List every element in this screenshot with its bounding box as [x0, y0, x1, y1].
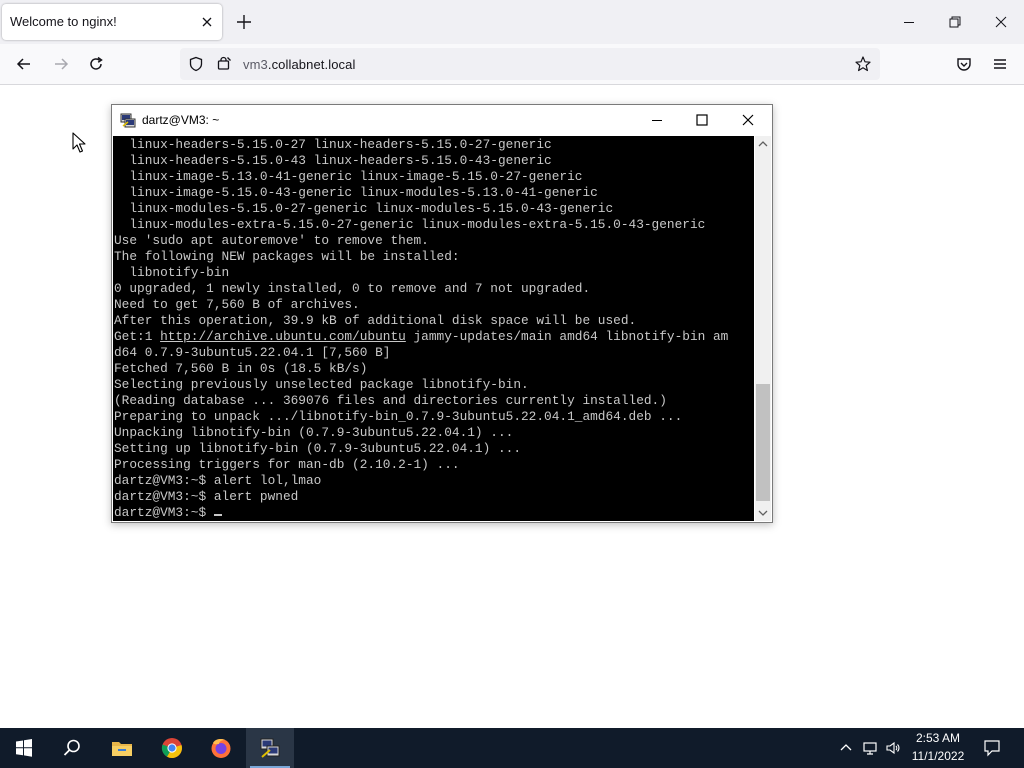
terminal-line: dartz@VM3:~$ alert lol,lmao — [114, 473, 322, 488]
pocket-icon[interactable] — [954, 54, 974, 74]
tracking-protection-shield-icon[interactable] — [188, 56, 204, 72]
firefox-icon — [211, 739, 231, 758]
terminal-line: Preparing to unpack .../libnotify-bin_0.… — [114, 409, 683, 424]
terminal-line: linux-headers-5.15.0-27 linux-headers-5.… — [114, 137, 552, 152]
terminal-archive-link[interactable]: http://archive.ubuntu.com/ubuntu — [160, 329, 406, 344]
terminal-get-suffix: jammy-updates/main amd64 libnotify-bin a… — [405, 329, 729, 344]
browser-tab-bar: Welcome to nginx! — [0, 0, 1024, 44]
terminal-window[interactable]: dartz@VM3: ~ linux-headers-5.15.0-27 lin… — [111, 104, 773, 523]
scrollbar-thumb[interactable] — [756, 384, 770, 501]
show-hidden-icons-chevron-icon[interactable] — [838, 740, 854, 756]
terminal-line: Fetched 7,560 B in 0s (18.5 kB/s) — [114, 361, 368, 376]
browser-tab[interactable]: Welcome to nginx! — [2, 4, 222, 40]
terminal-line: 0 upgraded, 1 newly installed, 0 to remo… — [114, 281, 591, 296]
terminal-title: dartz@VM3: ~ — [142, 113, 220, 127]
taskbar-chrome[interactable] — [148, 728, 196, 768]
terminal-line: linux-modules-extra-5.15.0-27-generic li… — [114, 217, 706, 232]
clock-date[interactable]: 11/1/2022 — [902, 749, 974, 763]
terminal-text: linux-headers-5.15.0-27 linux-headers-5.… — [113, 136, 754, 521]
close-window-icon[interactable] — [991, 12, 1011, 32]
taskbar-file-explorer[interactable] — [98, 728, 146, 768]
terminal-line: (Reading database ... 369076 files and d… — [114, 393, 667, 408]
browser-nav-bar: vm3.collabnet.local — [0, 44, 1024, 85]
scroll-down-arrow-icon[interactable] — [755, 505, 771, 521]
terminal-line: linux-image-5.15.0-43-generic linux-modu… — [114, 185, 598, 200]
terminal-maximize-icon[interactable] — [693, 111, 711, 129]
terminal-line: Setting up libnotify-bin (0.7.9-3ubuntu5… — [114, 441, 522, 456]
terminal-line: Processing triggers for man-db (2.10.2-1… — [114, 457, 460, 472]
terminal-titlebar[interactable]: dartz@VM3: ~ — [112, 105, 772, 135]
url-domain: .collabnet.local — [267, 57, 356, 72]
back-arrow-icon[interactable] — [14, 54, 34, 74]
windows-start-icon — [16, 739, 32, 757]
url-bar[interactable]: vm3.collabnet.local — [180, 48, 880, 80]
new-tab-plus-icon[interactable] — [234, 12, 254, 32]
forward-arrow-icon[interactable] — [51, 54, 71, 74]
reload-icon[interactable] — [86, 54, 106, 74]
clock-time[interactable]: 2:53 AM — [902, 731, 974, 745]
restore-window-icon[interactable] — [945, 12, 965, 32]
terminal-get-prefix: Get:1 — [114, 329, 161, 344]
bookmark-star-icon[interactable] — [854, 55, 872, 73]
terminal-line: Selecting previously unselected package … — [114, 377, 529, 392]
tab-title: Welcome to nginx! — [10, 14, 117, 29]
terminal-prompt: dartz@VM3:~$ — [114, 505, 214, 520]
network-icon[interactable] — [862, 740, 878, 756]
terminal-line: d64 0.7.9-3ubuntu5.22.04.1 [7,560 B] — [114, 345, 391, 360]
page-info-icon[interactable] — [216, 56, 232, 72]
terminal-line: linux-modules-5.15.0-27-generic linux-mo… — [114, 201, 614, 216]
windows-taskbar: 2:53 AM 11/1/2022 — [0, 728, 1024, 768]
terminal-line: libnotify-bin — [114, 265, 230, 280]
url-text: vm3.collabnet.local — [243, 57, 355, 72]
terminal-line: Need to get 7,560 B of archives. — [114, 297, 360, 312]
taskbar-firefox[interactable] — [197, 728, 245, 768]
hamburger-menu-icon[interactable] — [990, 54, 1010, 74]
terminal-minimize-icon[interactable] — [648, 111, 666, 129]
terminal-line: Unpacking libnotify-bin (0.7.9-3ubuntu5.… — [114, 425, 514, 440]
terminal-line: linux-headers-5.15.0-43 linux-headers-5.… — [114, 153, 552, 168]
terminal-close-icon[interactable] — [739, 111, 757, 129]
terminal-output[interactable]: linux-headers-5.15.0-27 linux-headers-5.… — [113, 136, 754, 521]
notification-center-icon[interactable] — [983, 739, 1001, 757]
url-host-prefix: vm3 — [243, 57, 268, 72]
terminal-line: Use 'sudo apt autoremove' to remove them… — [114, 233, 429, 248]
taskbar-search-button[interactable] — [48, 728, 96, 768]
minimize-window-icon[interactable] — [899, 12, 919, 32]
terminal-line: linux-image-5.13.0-41-generic linux-imag… — [114, 169, 583, 184]
terminal-line: The following NEW packages will be insta… — [114, 249, 460, 264]
file-explorer-icon — [112, 742, 132, 756]
terminal-line: dartz@VM3:~$ alert pwned — [114, 489, 299, 504]
terminal-scrollbar[interactable] — [755, 136, 771, 521]
taskbar-putty[interactable] — [246, 728, 294, 768]
mouse-pointer-icon — [72, 132, 86, 153]
chrome-icon — [161, 738, 182, 759]
search-icon — [63, 739, 80, 756]
scroll-up-arrow-icon[interactable] — [755, 136, 771, 152]
putty-icon — [260, 738, 280, 758]
terminal-cursor — [213, 514, 222, 516]
start-button[interactable] — [0, 728, 48, 768]
tab-close-icon[interactable] — [198, 13, 216, 31]
terminal-line: After this operation, 39.9 kB of additio… — [114, 313, 637, 328]
volume-icon[interactable] — [885, 740, 901, 756]
putty-icon[interactable] — [120, 112, 136, 128]
